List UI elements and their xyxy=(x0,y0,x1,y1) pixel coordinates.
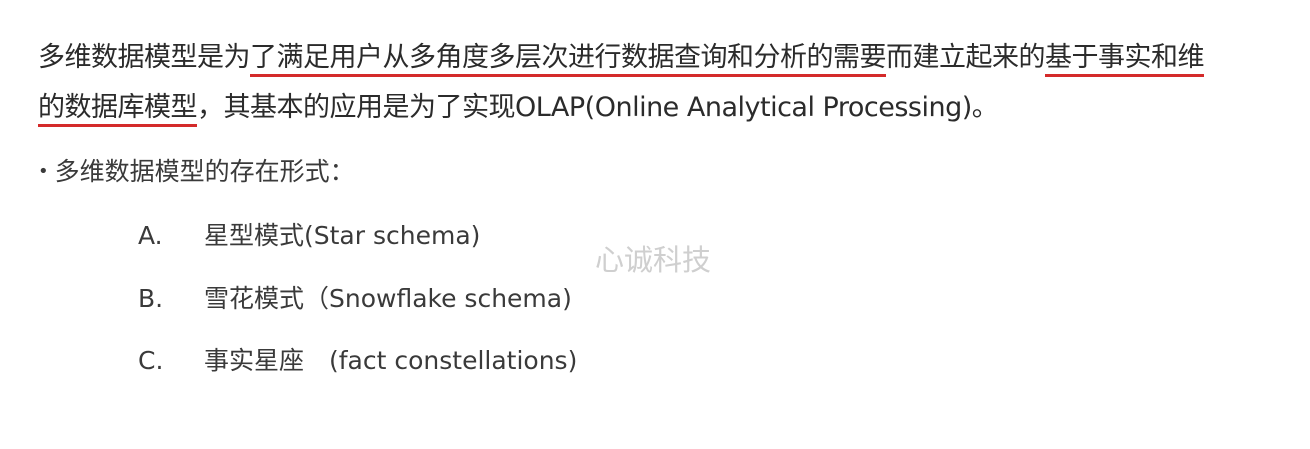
underlined-phrase-database-model: 的数据库模型 xyxy=(38,92,198,123)
list-item-letter: A. xyxy=(138,221,163,250)
section-heading: • 多维数据模型的存在形式： xyxy=(38,152,355,195)
underlined-phrase-user-needs: 了满足用户从多角度多层次进行数据查询和分析的需要 xyxy=(250,42,887,73)
intro-line-1: 多维数据模型是为了满足用户从多角度多层次进行数据查询和分析的需要而建立起来的基于… xyxy=(38,38,1205,78)
intro-text-plain: 多维数据模型是为 xyxy=(38,42,251,73)
bullet-icon: • xyxy=(38,161,49,182)
list-item-text: 星型模式(Star schema) xyxy=(204,221,481,250)
underlined-phrase-fact-dimension: 基于事实和维 xyxy=(1045,42,1205,73)
list-item-letter: C. xyxy=(138,346,164,375)
intro-line-2: 的数据库模型，其基本的应用是为了实现OLAP(Online Analytical… xyxy=(38,88,999,128)
list-item-text: 雪花模式（Snowflake schema) xyxy=(204,284,572,313)
list-item: B. 雪花模式（Snowflake schema) xyxy=(138,279,572,319)
list-item-letter: B. xyxy=(138,284,164,313)
intro-text-olap: ，其基本的应用是为了实现OLAP(Online Analytical Proce… xyxy=(197,92,999,123)
list-item: C. 事实星座 (fact constellations) xyxy=(138,341,577,381)
section-heading-text: 多维数据模型的存在形式： xyxy=(54,157,355,186)
list-item-text: 事实星座 (fact constellations) xyxy=(204,346,578,375)
intro-text-middle: 而建立起来的 xyxy=(886,42,1046,73)
watermark: 心诚科技 xyxy=(595,243,712,277)
list-item: A. 星型模式(Star schema) xyxy=(138,216,480,256)
